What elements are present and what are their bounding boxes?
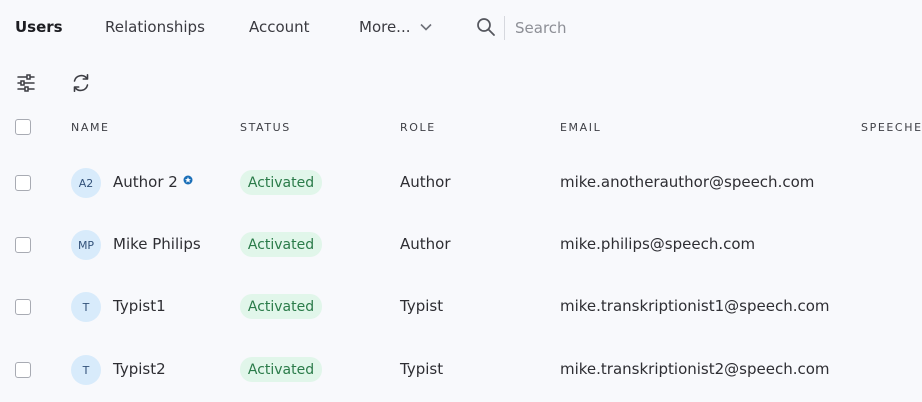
status-badge: Activated (240, 232, 322, 257)
tab-more[interactable]: More... (359, 18, 433, 36)
status-badge: Activated (240, 170, 322, 195)
status-badge: Activated (240, 357, 322, 382)
user-name-text: Typist1 (113, 297, 166, 315)
user-role: Typist (400, 360, 444, 378)
column-header-speeches[interactable]: SPEECHE (861, 121, 922, 134)
user-name[interactable]: Typist2 (113, 360, 166, 378)
column-header-name[interactable]: NAME (71, 121, 110, 134)
tab-relationships[interactable]: Relationships (105, 18, 205, 36)
sliders-icon[interactable] (15, 72, 37, 94)
table-row[interactable]: T Typist2 Activated Typist mike.transkri… (0, 340, 922, 402)
user-email: mike.transkriptionist1@speech.com (560, 297, 830, 315)
user-name-text: Typist2 (113, 360, 166, 378)
select-all-checkbox[interactable] (15, 119, 31, 135)
user-email: mike.philips@speech.com (560, 235, 756, 253)
column-header-email[interactable]: EMAIL (560, 121, 601, 134)
avatar: A2 (71, 168, 101, 198)
user-name[interactable]: Typist1 (113, 297, 166, 315)
top-navigation: Users Relationships Account More... (0, 0, 922, 56)
avatar: MP (71, 230, 101, 260)
user-name[interactable]: Mike Philips (113, 235, 201, 253)
tab-more-label: More... (359, 18, 411, 36)
table-row[interactable]: T Typist1 Activated Typist mike.transkri… (0, 277, 922, 339)
user-name-text: Mike Philips (113, 235, 201, 253)
tab-users[interactable]: Users (15, 18, 63, 36)
column-header-role[interactable]: ROLE (400, 121, 436, 134)
table-row[interactable]: A2 Author 2 Activated Author mike.anothe… (0, 153, 922, 215)
user-role: Author (400, 173, 451, 191)
search-icon[interactable] (476, 17, 496, 37)
table-row[interactable]: MP Mike Philips Activated Author mike.ph… (0, 215, 922, 277)
row-checkbox[interactable] (15, 237, 31, 253)
row-checkbox[interactable] (15, 299, 31, 315)
column-header-status[interactable]: STATUS (240, 121, 291, 134)
row-checkbox[interactable] (15, 175, 31, 191)
chevron-down-icon (419, 23, 432, 31)
user-name-text: Author 2 (113, 173, 178, 191)
tab-account[interactable]: Account (249, 18, 310, 36)
search-input[interactable] (515, 16, 875, 40)
user-name[interactable]: Author 2 (113, 173, 193, 191)
user-role: Author (400, 235, 451, 253)
row-checkbox[interactable] (15, 362, 31, 378)
refresh-icon[interactable] (70, 72, 92, 94)
search-divider (504, 16, 505, 40)
avatar: T (71, 355, 101, 385)
user-role: Typist (400, 297, 444, 315)
user-email: mike.anotherauthor@speech.com (560, 173, 815, 191)
verified-badge-icon (183, 175, 193, 185)
user-email: mike.transkriptionist2@speech.com (560, 360, 830, 378)
avatar: T (71, 292, 101, 322)
status-badge: Activated (240, 294, 322, 319)
